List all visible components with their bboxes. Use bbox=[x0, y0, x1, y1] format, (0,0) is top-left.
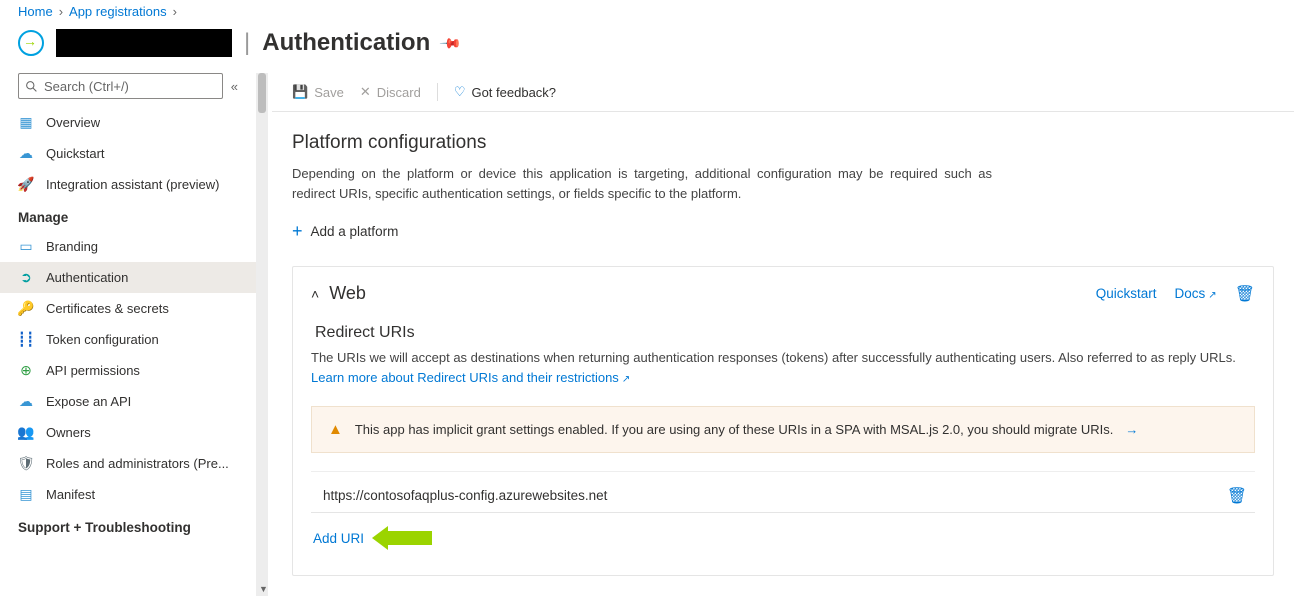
breadcrumb-home[interactable]: Home bbox=[18, 4, 53, 19]
breadcrumb: Home › App registrations › bbox=[0, 0, 1294, 23]
delete-platform-button[interactable]: 🗑 bbox=[1235, 284, 1255, 304]
sidebar-item-label: Manifest bbox=[46, 487, 95, 502]
owners-icon: 👥 bbox=[18, 424, 34, 441]
plus-icon: + bbox=[292, 221, 303, 242]
warning-icon: ▲ bbox=[328, 421, 343, 438]
overview-icon: ▦ bbox=[18, 114, 34, 131]
nav-group-support: Support + Troubleshooting bbox=[0, 510, 256, 541]
sidebar-item-label: Token configuration bbox=[46, 332, 159, 347]
sidebar-item-label: Roles and administrators (Pre... bbox=[46, 456, 229, 471]
implicit-grant-warning: ▲ This app has implicit grant settings e… bbox=[311, 406, 1255, 453]
sidebar-item-label: Quickstart bbox=[46, 146, 105, 161]
key-icon: 🔑 bbox=[18, 300, 34, 317]
sidebar-item-manifest[interactable]: ▤ Manifest bbox=[0, 479, 256, 510]
discard-icon: ✕ bbox=[360, 84, 371, 100]
rocket-icon: 🚀 bbox=[18, 176, 34, 193]
toolbar-divider bbox=[437, 83, 438, 101]
discard-label: Discard bbox=[377, 85, 421, 100]
api-perm-icon: ⊕ bbox=[18, 362, 34, 379]
sidebar-item-owners[interactable]: 👥 Owners bbox=[0, 417, 256, 448]
cloud-icon: ☁ bbox=[18, 145, 34, 162]
sidebar-item-label: Expose an API bbox=[46, 394, 131, 409]
sidebar-item-label: Integration assistant (preview) bbox=[46, 177, 219, 192]
manifest-icon: ▤ bbox=[18, 486, 34, 503]
sidebar-item-overview[interactable]: ▦ Overview bbox=[0, 107, 256, 138]
redirect-desc-text: The URIs we will accept as destinations … bbox=[311, 350, 1236, 365]
redirect-uri-input[interactable] bbox=[313, 482, 1221, 510]
scroll-down-icon[interactable]: ▼ bbox=[259, 584, 268, 594]
sidebar-item-label: Owners bbox=[46, 425, 91, 440]
sidebar-item-api-perm[interactable]: ⊕ API permissions bbox=[0, 355, 256, 386]
chevron-right-icon: › bbox=[173, 4, 177, 19]
search-placeholder: Search (Ctrl+/) bbox=[44, 79, 129, 94]
token-icon: ┋┋ bbox=[18, 331, 34, 348]
annotation-arrow-icon bbox=[372, 527, 432, 549]
web-card-header: ˄ Web Quickstart Docs 🗑 bbox=[311, 283, 1255, 304]
add-uri-link[interactable]: Add URI bbox=[313, 531, 364, 546]
sidebar-item-roles[interactable]: 🛡 Roles and administrators (Pre... bbox=[0, 448, 256, 479]
discard-button[interactable]: ✕ Discard bbox=[360, 84, 421, 100]
save-icon: 💾 bbox=[292, 84, 308, 100]
scroll-thumb[interactable] bbox=[258, 73, 266, 113]
sidebar-item-label: Certificates & secrets bbox=[46, 301, 169, 316]
pin-icon[interactable]: 📌 bbox=[439, 31, 463, 55]
web-platform-card: ˄ Web Quickstart Docs 🗑 Redirect URIs Th… bbox=[292, 266, 1274, 576]
save-label: Save bbox=[314, 85, 344, 100]
roles-icon: 🛡 bbox=[18, 455, 34, 472]
arrow-right-icon[interactable]: → bbox=[1125, 422, 1138, 437]
web-docs-link[interactable]: Docs bbox=[1175, 286, 1217, 301]
sidebar-item-label: Branding bbox=[46, 239, 98, 254]
page-title: Authentication bbox=[262, 29, 430, 57]
app-name-redacted bbox=[56, 29, 232, 57]
sidebar: Search (Ctrl+/) « ▦ Overview ☁ Quickstar… bbox=[0, 73, 256, 596]
heart-icon: ♡ bbox=[454, 84, 466, 100]
sidebar-item-expose-api[interactable]: ☁ Expose an API bbox=[0, 386, 256, 417]
nav-group-manage: Manage bbox=[0, 200, 256, 231]
delete-uri-button[interactable]: 🗑 bbox=[1221, 486, 1253, 506]
feedback-label: Got feedback? bbox=[471, 85, 556, 100]
chevron-up-icon[interactable]: ˄ bbox=[311, 286, 319, 302]
sidebar-item-label: Authentication bbox=[46, 270, 128, 285]
warning-text: This app has implicit grant settings ena… bbox=[355, 422, 1113, 437]
expose-icon: ☁ bbox=[18, 393, 34, 410]
redirect-uris-title: Redirect URIs bbox=[311, 304, 1255, 348]
search-input[interactable]: Search (Ctrl+/) bbox=[18, 73, 223, 99]
titlebar: | Authentication 📌 bbox=[0, 23, 1294, 73]
sidebar-item-label: Overview bbox=[46, 115, 100, 130]
web-quickstart-link[interactable]: Quickstart bbox=[1096, 286, 1157, 301]
breadcrumb-appreg[interactable]: App registrations bbox=[69, 4, 167, 19]
platform-config-title: Platform configurations bbox=[272, 112, 1294, 160]
add-platform-label: Add a platform bbox=[311, 224, 399, 239]
title-separator: | bbox=[244, 29, 250, 57]
main-content: ▲ ▼ 💾 Save ✕ Discard ♡ Got feedback? Pla… bbox=[256, 73, 1294, 596]
chevron-right-icon: › bbox=[59, 4, 63, 19]
sidebar-item-token[interactable]: ┋┋ Token configuration bbox=[0, 324, 256, 355]
sidebar-item-quickstart[interactable]: ☁ Quickstart bbox=[0, 138, 256, 169]
sidebar-item-label: API permissions bbox=[46, 363, 140, 378]
app-icon bbox=[18, 30, 44, 56]
sidebar-item-certificates[interactable]: 🔑 Certificates & secrets bbox=[0, 293, 256, 324]
add-platform-button[interactable]: + Add a platform bbox=[272, 207, 1294, 256]
search-icon bbox=[25, 80, 38, 93]
platform-config-desc: Depending on the platform or device this… bbox=[272, 160, 1012, 207]
collapse-sidebar-icon[interactable]: « bbox=[231, 79, 238, 94]
redirect-uri-row: 🗑 bbox=[311, 471, 1255, 510]
save-button[interactable]: 💾 Save bbox=[292, 84, 344, 100]
feedback-link[interactable]: ♡ Got feedback? bbox=[454, 84, 556, 100]
sidebar-item-branding[interactable]: ▭ Branding bbox=[0, 231, 256, 262]
web-card-title: Web bbox=[329, 283, 1078, 304]
sidebar-item-authentication[interactable]: ➲ Authentication bbox=[0, 262, 256, 293]
toolbar: 💾 Save ✕ Discard ♡ Got feedback? bbox=[272, 73, 1294, 112]
redirect-uris-desc: The URIs we will accept as destinations … bbox=[311, 348, 1255, 388]
learn-more-link[interactable]: Learn more about Redirect URIs and their… bbox=[311, 370, 630, 385]
auth-icon: ➲ bbox=[18, 269, 34, 286]
scrollbar[interactable]: ▲ ▼ bbox=[256, 73, 268, 596]
sidebar-item-integration[interactable]: 🚀 Integration assistant (preview) bbox=[0, 169, 256, 200]
branding-icon: ▭ bbox=[18, 238, 34, 255]
